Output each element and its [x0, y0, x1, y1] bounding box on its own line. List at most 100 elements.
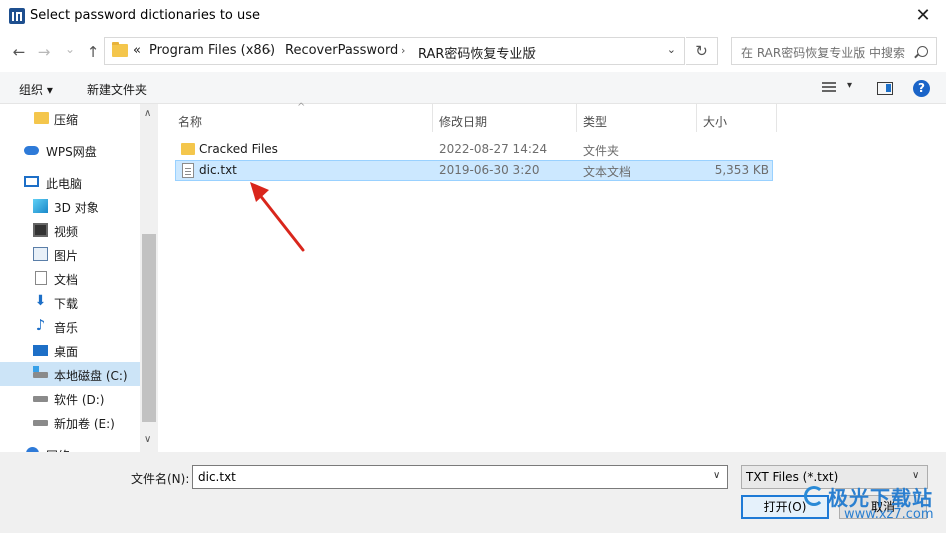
breadcrumb-rar-folder[interactable]: RAR密码恢复专业版 [418, 43, 535, 62]
sidebar-item-label: 桌面 [54, 345, 79, 359]
command-bar: 组织 ▾ 新建文件夹 ▾ ? [0, 72, 946, 104]
file-date: 2022-08-27 14:24 [439, 142, 548, 156]
column-divider[interactable] [576, 104, 577, 132]
preview-pane-icon[interactable] [877, 82, 893, 95]
sidebar-scrollbar[interactable]: ∧ ∨ [140, 104, 158, 452]
sidebar-item-3d-objects[interactable]: 3D 对象 [0, 194, 140, 218]
desktop-icon [33, 345, 48, 356]
sidebar-item-drive-d[interactable]: 软件 (D:) [0, 386, 140, 410]
3d-objects-icon [33, 199, 48, 213]
filename-input[interactable]: dic.txt [192, 465, 728, 489]
sidebar-item-network[interactable]: 网络 [0, 442, 140, 452]
breadcrumb-overflow[interactable]: « [133, 43, 141, 58]
scrollbar-thumb[interactable] [142, 234, 156, 422]
column-header-type[interactable]: 类型 [583, 113, 607, 130]
sidebar-item-label: 此电脑 [46, 177, 83, 191]
sidebar-item-pictures[interactable]: 图片 [0, 242, 140, 266]
title-bar: Select password dictionaries to use ✕ [0, 0, 946, 32]
sidebar-item-label: 文档 [54, 273, 79, 287]
file-type: 文件夹 [583, 144, 620, 158]
back-button[interactable]: ← [9, 41, 29, 63]
sidebar-item-drive-c[interactable]: 本地磁盘 (C:) [0, 362, 140, 386]
folder-icon [112, 42, 128, 57]
sidebar-item-music[interactable]: ♪ 音乐 [0, 314, 140, 338]
sidebar-item-drive-e[interactable]: 新加卷 (E:) [0, 410, 140, 434]
sidebar-item-label: 压缩 [54, 113, 79, 127]
filename-label: 文件名(N): [131, 472, 190, 486]
drive-icon [33, 420, 48, 426]
file-date: 2019-06-30 3:20 [439, 163, 540, 177]
watermark-url: www.xz7.com [844, 507, 934, 522]
watermark-logo-icon [804, 486, 824, 506]
video-icon [33, 223, 48, 237]
search-input[interactable]: 在 RAR密码恢复专业版 中搜索 [731, 37, 937, 65]
drive-icon [33, 366, 48, 378]
sidebar-item-downloads[interactable]: ⬇ 下载 [0, 290, 140, 314]
sidebar-item-videos[interactable]: 视频 [0, 218, 140, 242]
file-name: Cracked Files [199, 142, 278, 156]
chevron-down-icon[interactable]: ⌄ [667, 43, 676, 56]
drive-icon [33, 396, 48, 402]
chevron-right-icon[interactable]: › [267, 44, 271, 57]
forward-button[interactable]: → [34, 41, 54, 63]
folder-icon [34, 112, 49, 124]
sidebar-item-documents[interactable]: 文档 [0, 266, 140, 290]
column-header-name[interactable]: 名称 [178, 113, 202, 130]
folder-icon [181, 143, 195, 155]
annotation-arrow-icon [250, 182, 305, 252]
sidebar-item-label: 3D 对象 [54, 201, 99, 215]
sidebar-item-label: 图片 [54, 249, 79, 263]
column-header-size[interactable]: 大小 [703, 113, 727, 130]
chevron-right-icon[interactable]: › [532, 44, 536, 57]
text-file-icon [182, 163, 194, 178]
column-divider[interactable] [776, 104, 777, 132]
file-list: ^ 名称 修改日期 类型 大小 Cracked Files 2022-08-27… [159, 102, 946, 452]
sidebar-item-label: 本地磁盘 (C:) [54, 369, 128, 383]
column-header-date[interactable]: 修改日期 [439, 113, 487, 130]
sidebar-item-this-pc[interactable]: 此电脑 [0, 170, 140, 194]
scroll-down-icon[interactable]: ∨ [144, 434, 151, 445]
search-placeholder: 在 RAR密码恢复专业版 中搜索 [741, 46, 906, 60]
computer-icon [24, 176, 39, 187]
file-type: 文本文档 [583, 165, 632, 179]
chevron-down-icon[interactable]: ▾ [847, 80, 852, 91]
file-size: 5,353 KB [714, 163, 769, 177]
chevron-down-icon[interactable]: ∨ [713, 470, 720, 481]
sort-indicator-icon: ^ [297, 102, 306, 113]
sidebar-item-label: WPS网盘 [46, 145, 97, 159]
documents-icon [35, 271, 47, 285]
sidebar-item-label: 软件 (D:) [54, 393, 105, 407]
new-folder-button[interactable]: 新建文件夹 [87, 81, 147, 98]
sidebar-item-desktop[interactable]: 桌面 [0, 338, 140, 362]
chevron-right-icon[interactable]: › [401, 44, 405, 57]
download-icon: ⬇ [34, 293, 47, 309]
search-icon [917, 46, 928, 57]
up-button[interactable]: ↑ [83, 41, 103, 63]
sidebar-item-label: 新加卷 (E:) [54, 417, 115, 431]
sidebar-item-label: 下载 [54, 297, 79, 311]
column-divider[interactable] [696, 104, 697, 132]
organize-menu[interactable]: 组织 ▾ [19, 81, 53, 98]
scroll-up-icon[interactable]: ∧ [144, 108, 151, 119]
column-divider[interactable] [432, 104, 433, 132]
help-icon[interactable]: ? [913, 80, 930, 97]
music-icon: ♪ [35, 316, 46, 334]
file-name: dic.txt [199, 163, 237, 177]
pictures-icon [33, 247, 48, 261]
navigation-pane: 压缩 WPS网盘 此电脑 3D 对象 视频 图片 文档 ⬇ 下载 ♪ 音乐 桌面… [0, 104, 140, 452]
close-icon[interactable]: ✕ [908, 2, 938, 30]
sidebar-item-wps-cloud[interactable]: WPS网盘 [0, 138, 140, 162]
sidebar-item-label: 视频 [54, 225, 79, 239]
recent-locations-button[interactable]: ⌄ [60, 38, 80, 60]
breadcrumb-program-files[interactable]: Program Files (x86) [149, 43, 275, 58]
address-bar[interactable]: « Program Files (x86) › RecoverPassword … [104, 37, 685, 65]
window-title: Select password dictionaries to use [30, 8, 261, 23]
watermark: 极光下载站 www.xz7.com [800, 480, 946, 533]
app-icon [9, 8, 25, 24]
breadcrumb-recoverpassword[interactable]: RecoverPassword [285, 43, 398, 58]
sidebar-item-compress[interactable]: 压缩 [0, 106, 140, 130]
file-row-cracked-files[interactable]: Cracked Files 2022-08-27 14:24 文件夹 [175, 139, 773, 160]
view-options-icon[interactable] [822, 82, 838, 94]
sidebar-item-label: 音乐 [54, 321, 79, 335]
refresh-button[interactable]: ↻ [686, 37, 718, 65]
